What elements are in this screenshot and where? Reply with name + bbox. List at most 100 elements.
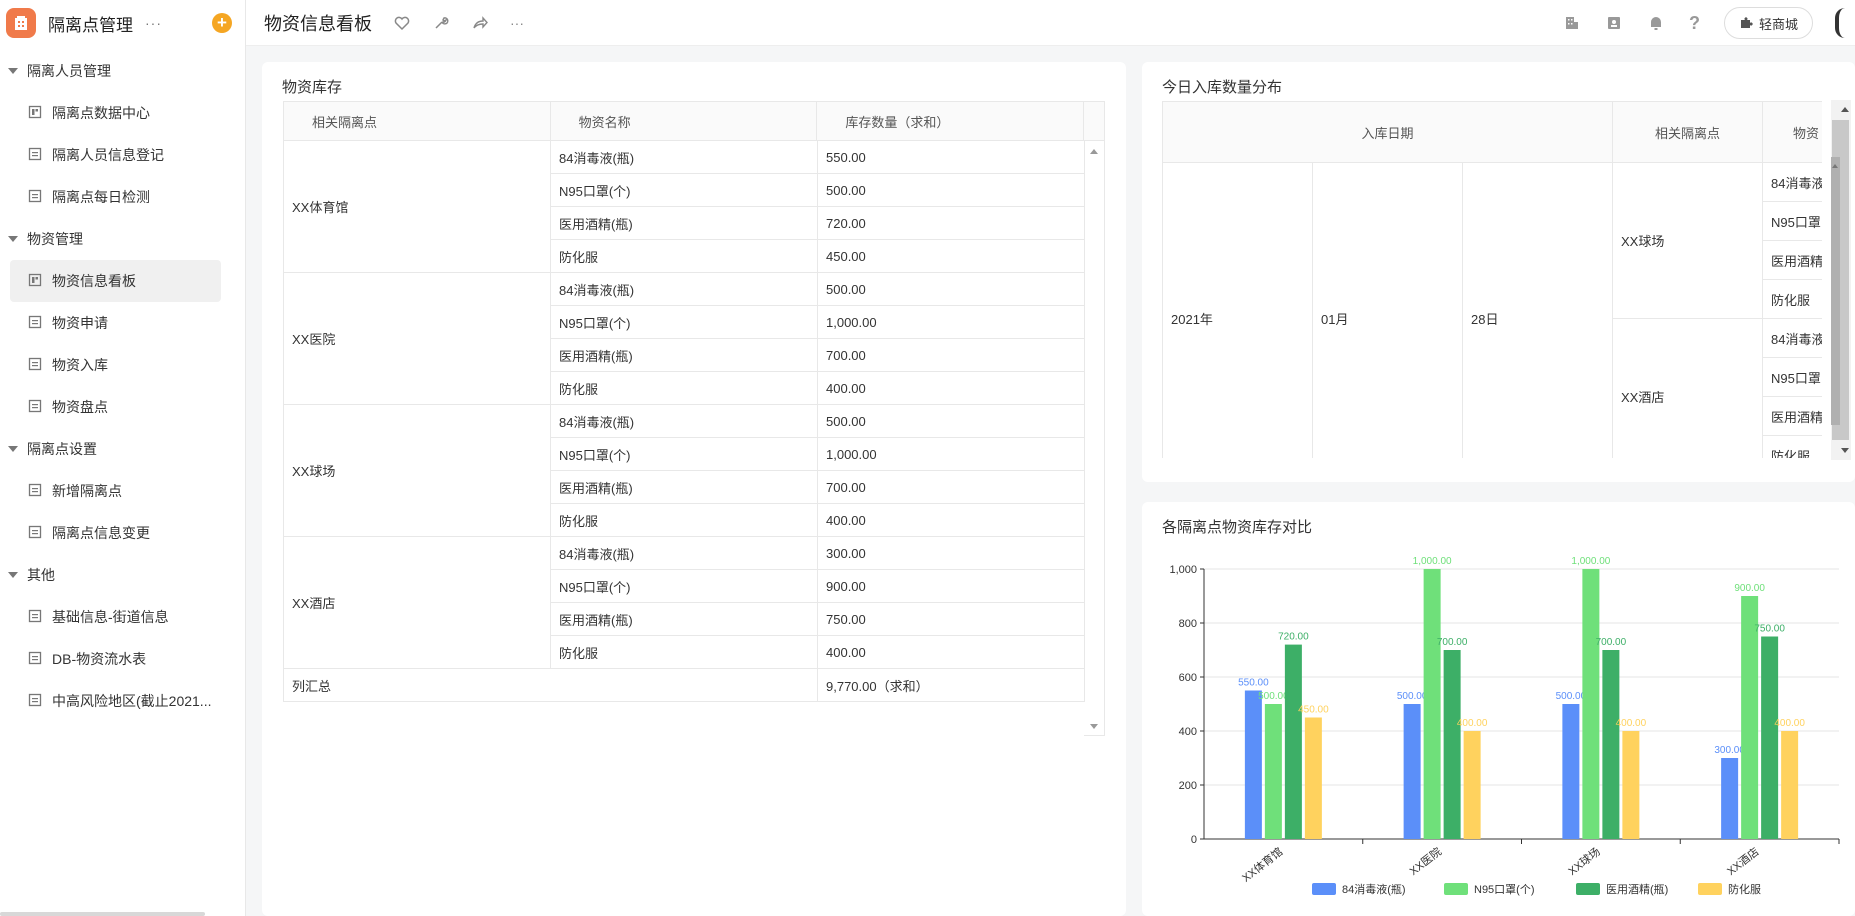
pivot-material-cell: 医用酒精: [1763, 241, 1822, 280]
sidebar-item[interactable]: 新增隔离点: [10, 470, 221, 512]
pivot-material-cell: N95口罩: [1763, 202, 1822, 241]
share-icon[interactable]: [471, 14, 489, 32]
form-icon: [28, 651, 42, 668]
avatar[interactable]: [1835, 8, 1855, 38]
form-icon: [28, 399, 42, 416]
sidebar-group-label: 隔离人员管理: [27, 63, 111, 79]
sidebar-item[interactable]: 基础信息-街道信息: [10, 596, 221, 638]
puzzle-icon: [1740, 17, 1753, 28]
app-more-icon[interactable]: ···: [145, 15, 162, 31]
material-cell: 84消毒液(瓶): [551, 273, 818, 306]
quantity-cell: 900.00: [818, 570, 1085, 603]
sidebar-item[interactable]: 隔离点信息变更: [10, 512, 221, 554]
bar: [1443, 650, 1461, 839]
sidebar-item[interactable]: 物资申请: [10, 302, 221, 344]
caret-down-icon: [8, 236, 18, 242]
quantity-cell: 400.00: [818, 636, 1085, 669]
table-row: 84消毒液(瓶) 500.00: [551, 405, 1085, 438]
data-label: 500.00: [1556, 691, 1587, 702]
month-cell: 01月: [1313, 163, 1463, 458]
site-cell: XX球场: [284, 405, 551, 537]
site-group: XX酒店 84消毒液(瓶) 300.00 N95口罩(个) 900.00 医用酒精(瓶) 7…: [284, 537, 1105, 669]
help-icon[interactable]: ?: [1689, 13, 1700, 34]
pivot-material-cell: N95口罩: [1763, 358, 1822, 397]
form-icon: [28, 483, 42, 500]
legend-swatch: [1698, 883, 1722, 895]
material-cell: N95口罩(个): [551, 306, 818, 339]
sidebar-item[interactable]: 中高风险地区(截止2021...: [10, 680, 221, 722]
table-row: 医用酒精(瓶) 750.00: [551, 603, 1085, 636]
wrench-icon[interactable]: [432, 14, 450, 32]
data-label: 300.00: [1714, 745, 1745, 756]
bar: [1761, 636, 1779, 839]
more-icon[interactable]: ···: [510, 15, 524, 31]
pivot-material-cell: 防化服: [1763, 436, 1822, 459]
sidebar-group[interactable]: 隔离点设置: [0, 428, 245, 470]
pivot-scrollbar[interactable]: [1831, 100, 1851, 463]
scroll-down-icon[interactable]: [1090, 724, 1098, 729]
x-tick-label: XX球场: [1565, 844, 1603, 878]
table-row: 84消毒液(瓶) 550.00: [551, 141, 1085, 174]
sidebar-item[interactable]: 物资信息看板: [10, 260, 221, 302]
table-row: 防化服 400.00: [551, 504, 1085, 537]
total-value: 9,770.00（求和）: [818, 669, 1085, 702]
bell-icon[interactable]: [1647, 14, 1665, 32]
bar: [1622, 731, 1640, 839]
column-header[interactable]: 物资名称: [550, 102, 818, 141]
data-label: 720.00: [1278, 632, 1309, 643]
sidebar-group[interactable]: 隔离人员管理: [0, 50, 245, 92]
caret-down-icon: [8, 68, 18, 74]
data-label: 500.00: [1258, 691, 1289, 702]
data-label: 1,000.00: [1413, 556, 1452, 567]
quantity-cell: 550.00: [818, 141, 1085, 174]
material-cell: N95口罩(个): [551, 174, 818, 207]
building-icon[interactable]: [1563, 14, 1581, 32]
stock-panel: 物资库存 相关隔离点 物资名称 库存数量（求和） XX体育馆 84消毒液(瓶) 550.0…: [262, 62, 1126, 916]
column-header[interactable]: 相关隔离点: [284, 102, 551, 141]
pivot-material-cell: 84消毒液: [1763, 163, 1822, 202]
site-group: XX球场 84消毒液(瓶) 500.00 N95口罩(个) 1,000.00 医用酒精(瓶…: [284, 405, 1105, 537]
contact-card-icon[interactable]: [1605, 14, 1623, 32]
data-label: 750.00: [1754, 624, 1785, 635]
material-header[interactable]: 物资: [1763, 102, 1822, 163]
caret-down-icon: [8, 446, 18, 452]
sidebar-item[interactable]: 隔离点每日检测: [10, 176, 221, 218]
site-cell: XX体育馆: [284, 141, 551, 273]
sidebar-item[interactable]: 物资盘点: [10, 386, 221, 428]
sidebar-item[interactable]: 隔离点数据中心: [10, 92, 221, 134]
bar: [1403, 704, 1421, 839]
total-label: 列汇总: [284, 669, 818, 702]
sidebar-group[interactable]: 物资管理: [0, 218, 245, 260]
site-header[interactable]: 相关隔离点: [1613, 102, 1763, 163]
data-label: 1,000.00: [1571, 556, 1610, 567]
year-cell: 2021年: [1163, 163, 1313, 458]
bar: [1582, 569, 1600, 839]
mall-button[interactable]: 轻商城: [1723, 7, 1813, 39]
material-cell: 医用酒精(瓶): [551, 339, 818, 372]
column-header[interactable]: 库存数量（求和）: [817, 102, 1085, 141]
scroll-up-icon[interactable]: [1090, 149, 1098, 154]
sidebar-group[interactable]: 其他: [0, 554, 245, 596]
quantity-cell: 500.00: [818, 174, 1085, 207]
sidebar-item[interactable]: 物资入库: [10, 344, 221, 386]
table-row: N95口罩(个) 1,000.00: [551, 438, 1085, 471]
inbound-pivot-table: 入库日期 相关隔离点 物资 2021年 01月 28日 XX球场 84消毒液 N95口罩 医用酒精…: [1162, 101, 1822, 458]
data-label: 400.00: [1457, 718, 1488, 729]
table-scrollbar[interactable]: [1084, 141, 1105, 736]
pivot-site-cell: XX酒店: [1613, 319, 1763, 458]
sidebar-scrollbar[interactable]: [0, 912, 205, 916]
x-tick-label: XX医院: [1406, 844, 1444, 878]
add-icon[interactable]: +: [212, 13, 232, 33]
site-group: XX医院 84消毒液(瓶) 500.00 N95口罩(个) 1,000.00 医用酒精(瓶…: [284, 273, 1105, 405]
y-tick-label: 600: [1179, 672, 1197, 684]
heart-icon[interactable]: [393, 14, 411, 32]
bar: [1781, 731, 1799, 839]
material-cell: 医用酒精(瓶): [551, 207, 818, 240]
sidebar-item-label: 隔离点信息变更: [52, 525, 150, 541]
table-row: 84消毒液(瓶) 500.00: [551, 273, 1085, 306]
legend-label: 防化服: [1728, 882, 1761, 896]
quantity-cell: 750.00: [818, 603, 1085, 636]
sidebar-item[interactable]: DB-物资流水表: [10, 638, 221, 680]
sidebar-item[interactable]: 隔离人员信息登记: [10, 134, 221, 176]
date-header[interactable]: 入库日期: [1163, 102, 1613, 163]
